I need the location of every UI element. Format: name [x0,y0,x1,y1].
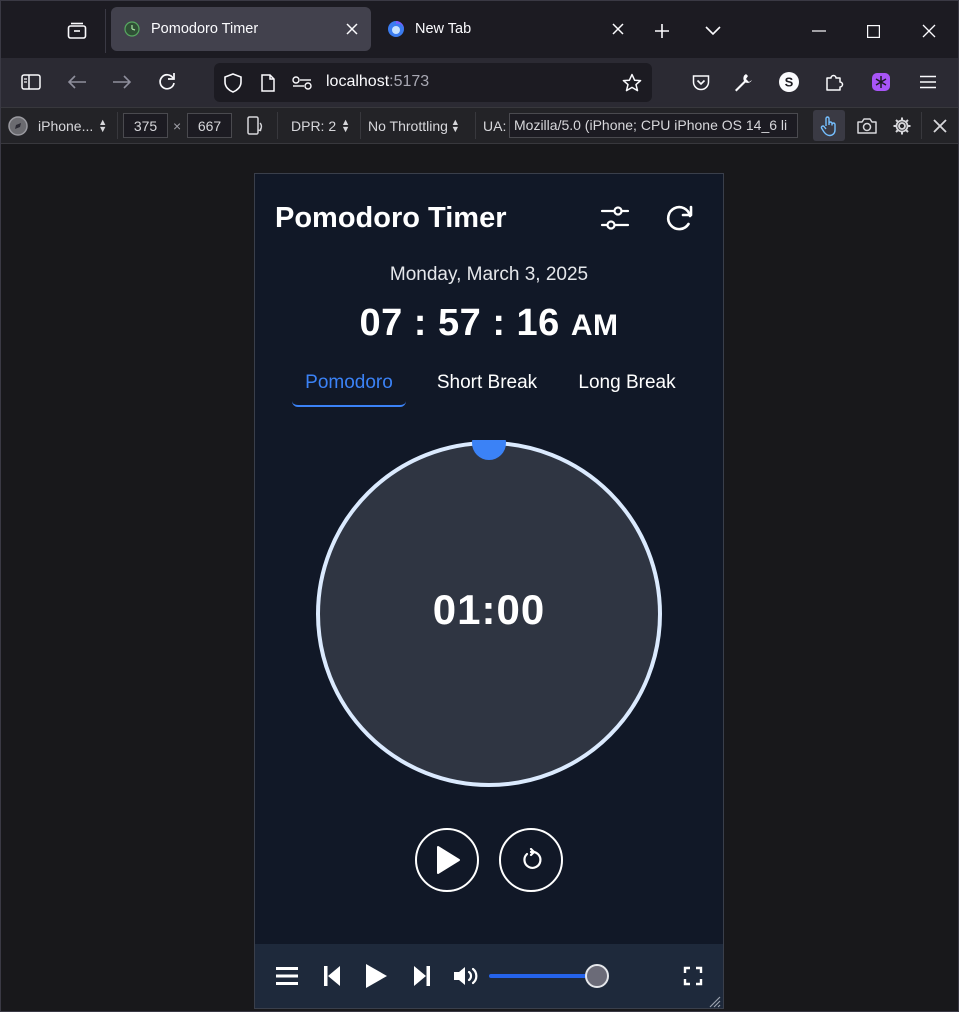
forward-arrow-icon[interactable] [104,64,140,100]
separator [360,112,361,139]
firefox-logo-icon [387,20,405,38]
throttling-label: No Throttling [368,117,448,134]
app-title: Pomodoro Timer [275,202,507,234]
tab-pomodoro-mode[interactable]: Pomodoro [292,370,406,407]
bookmark-star-icon[interactable] [621,72,643,94]
device-name: iPhone... [38,117,94,134]
current-date: Monday, March 3, 2025 [389,264,589,285]
account-avatar-icon[interactable]: S [771,64,807,100]
volume-speaker-icon[interactable] [452,962,480,990]
extension-react-devtools-icon[interactable] [863,64,899,100]
refresh-icon[interactable] [662,200,698,236]
settings-sliders-icon[interactable] [597,200,633,236]
sidebar-icon[interactable] [13,64,49,100]
wrench-icon[interactable] [725,64,761,100]
close-tab-icon[interactable] [337,14,367,44]
throttling-selector[interactable]: No Throttling ▲ ▼ [368,108,460,143]
volume-slider-track[interactable] [489,974,597,978]
player-play-icon[interactable] [362,962,390,990]
tab-separator [105,9,106,53]
back-arrow-icon[interactable] [59,64,95,100]
close-tab-icon[interactable] [603,14,633,44]
separator [475,112,476,139]
reset-icon [523,848,542,869]
tab-new-tab[interactable]: New Tab [375,7,637,51]
clock-favicon-icon [123,20,141,38]
new-tab-icon[interactable] [642,11,682,51]
svg-text:S: S [785,75,794,90]
tab-strip: Pomodoro Timer New Tab [1,1,958,58]
close-window-icon[interactable] [909,11,949,51]
volume-slider-thumb[interactable] [585,964,609,988]
viewport-height-input[interactable]: 667 [187,113,232,138]
resize-grip-icon[interactable] [707,994,721,1008]
url-port: :5173 [389,73,430,90]
updown-arrows-icon: ▲ ▼ [98,116,108,134]
url-text[interactable]: localhost:5173 [326,73,429,91]
separator [117,112,118,139]
user-agent-input[interactable]: Mozilla/5.0 (iPhone; CPU iPhone OS 14_6 … [509,113,798,138]
reload-icon[interactable] [149,64,185,100]
tab-long-break[interactable]: Long Break [571,370,683,407]
tab-manager-icon[interactable] [57,11,97,51]
current-time-value: 07 : 57 : 16 [359,302,560,344]
shield-icon[interactable] [222,72,244,94]
url-bar[interactable]: localhost:5173 [214,63,652,102]
separator [277,112,278,139]
screenshot-camera-icon[interactable] [851,110,883,141]
updown-arrows-icon: ▲ ▼ [450,116,460,134]
mode-tabs: Pomodoro Short Break Long Break [255,370,723,410]
menu-hamburger-icon[interactable] [910,64,946,100]
pocket-icon[interactable] [683,64,719,100]
dpr-selector[interactable]: DPR: 2 ▲ ▼ [291,108,350,143]
viewport-width-input[interactable]: 375 [123,113,168,138]
tab-title: New Tab [415,21,472,37]
permissions-icon[interactable] [291,72,313,94]
previous-track-icon[interactable] [318,962,346,990]
rotate-device-icon[interactable] [238,110,270,141]
navigation-toolbar: localhost:5173 S [1,58,958,107]
timer-display: 01:00 [432,586,546,633]
tab-pomodoro[interactable]: Pomodoro Timer [111,7,371,51]
times-sign: × [173,117,182,134]
current-time: 07 : 57 : 16 AM [255,302,723,345]
updown-arrows-icon: ▲ ▼ [341,116,351,134]
close-rdm-icon[interactable] [924,110,956,141]
list-all-tabs-icon[interactable] [693,11,733,51]
play-button[interactable] [415,828,479,892]
tab-short-break[interactable]: Short Break [431,370,543,407]
reset-button[interactable] [499,828,563,892]
settings-gear-icon[interactable] [886,110,918,141]
music-player-bar [255,944,723,1008]
touch-simulation-icon[interactable] [813,110,845,141]
next-track-icon[interactable] [408,962,436,990]
page-info-icon[interactable] [257,72,279,94]
compass-icon [8,115,28,136]
device-selector[interactable]: iPhone... ▲ ▼ [7,108,107,143]
play-icon [437,846,460,874]
dpr-label: DPR: 2 [291,117,337,134]
fullscreen-icon[interactable] [679,962,707,990]
device-viewport: Pomodoro Timer Monday, March 3, 2025 07 … [254,173,724,1009]
minimize-icon[interactable] [799,11,839,51]
responsive-design-toolbar: iPhone... ▲ ▼ 375 × 667 DPR: 2 ▲ ▼ No Thro… [1,107,958,144]
browser-window: Pomodoro Timer New Tab localhost:5173 S … [0,0,959,1012]
extensions-puzzle-icon[interactable] [816,64,852,100]
url-host: localhost [326,73,390,90]
tab-title: Pomodoro Timer [151,21,259,37]
maximize-icon[interactable] [853,11,893,51]
playlist-menu-icon[interactable] [273,962,301,990]
ua-label: UA: [483,117,507,134]
current-time-ampm: AM [570,309,619,342]
separator [921,112,922,139]
